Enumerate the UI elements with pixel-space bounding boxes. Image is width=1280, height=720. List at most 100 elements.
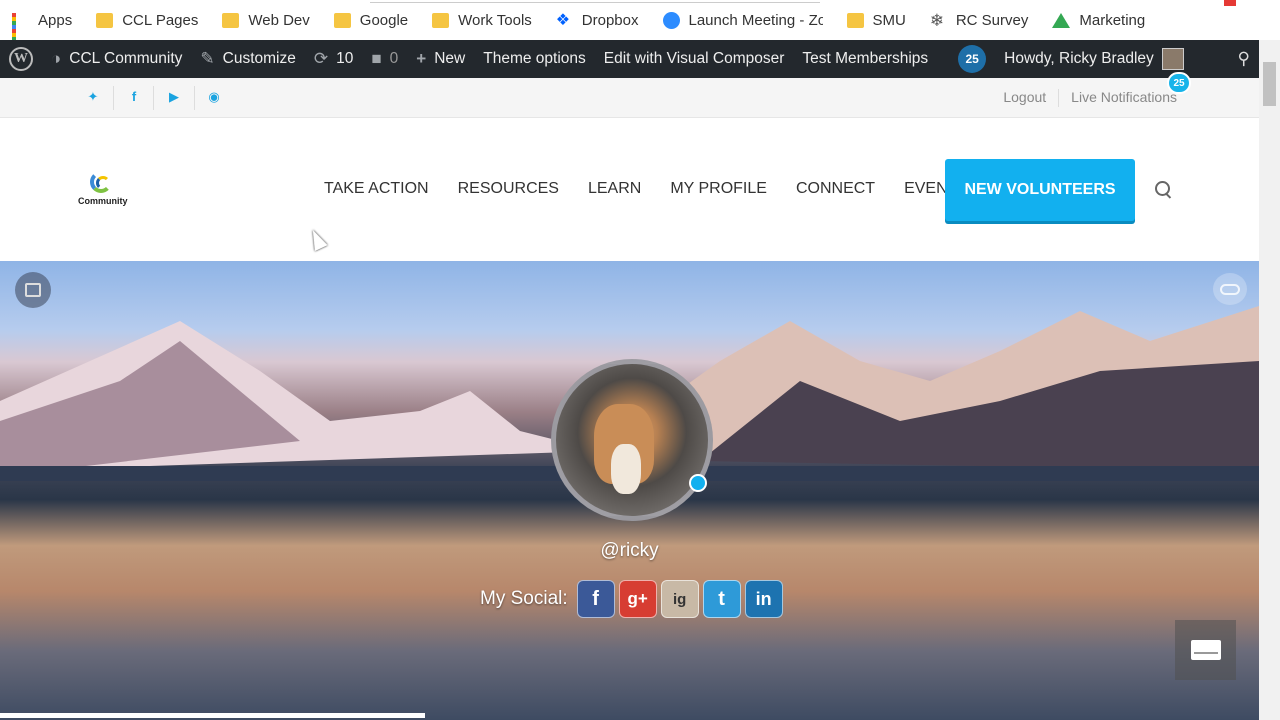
comments-count: 0 — [389, 50, 399, 67]
facebook-icon[interactable]: f — [124, 89, 144, 104]
notification-count-badge: 25 — [958, 45, 987, 73]
updates-link[interactable]: ⟳ 10 — [305, 40, 363, 78]
folder-icon — [333, 12, 351, 28]
new-content-menu[interactable]: + New — [407, 40, 474, 78]
my-social-label: My Social: — [480, 588, 568, 609]
zoom-icon — [662, 11, 680, 29]
visual-composer-link[interactable]: Edit with Visual Composer — [595, 40, 794, 78]
bookmark-label: Work Tools — [458, 11, 532, 29]
bookmark-label: Apps — [38, 11, 73, 29]
online-status-dot — [689, 474, 707, 492]
notifications-menu[interactable]: 25 — [949, 40, 995, 78]
search-icon[interactable] — [1155, 181, 1171, 197]
theme-options-label: Theme options — [483, 50, 586, 67]
bookmark-apps[interactable]: Apps — [12, 11, 73, 49]
bookmark-label: RC Survey — [955, 11, 1029, 29]
site-logo[interactable]: Community — [78, 168, 138, 210]
divider — [153, 86, 154, 110]
message-button[interactable] — [1175, 620, 1236, 680]
divider — [113, 86, 114, 110]
dropbox-icon: ❖ — [555, 11, 571, 29]
avatar — [1161, 48, 1184, 70]
bookmark-work-tools[interactable]: Work Tools — [432, 12, 532, 29]
profile-avatar[interactable] — [551, 359, 713, 521]
avatar-photo-detail — [611, 444, 641, 494]
customize-link[interactable]: ✎ Customize — [191, 40, 304, 78]
updates-count: 10 — [336, 50, 354, 67]
wordpress-icon: W — [9, 47, 33, 71]
bookmark-ccl-pages[interactable]: CCL Pages — [96, 12, 198, 29]
twitter-icon[interactable]: t — [702, 580, 741, 618]
cover-toggle-button[interactable] — [1213, 273, 1247, 305]
youtube-icon[interactable]: ▶ — [164, 89, 184, 105]
profile-cover: @ricky My Social: f g+ ig t in — [0, 261, 1259, 720]
top-links: Logout Live Notifications — [991, 89, 1177, 107]
nav-item-learn[interactable]: LEARN — [588, 180, 641, 198]
instagram-icon[interactable]: ig — [660, 580, 699, 618]
main-nav: TAKE ACTION RESOURCES LEARN MY PROFILE C… — [324, 180, 997, 198]
change-cover-button[interactable] — [15, 272, 51, 308]
test-memberships-link[interactable]: Test Memberships — [793, 40, 937, 78]
bookmark-label: SMU — [872, 11, 906, 29]
bookmark-label: Launch Meeting - Zo — [688, 11, 823, 29]
site-name: CCL Community — [69, 50, 183, 67]
folder-icon — [432, 12, 450, 28]
instagram-icon[interactable]: ◉ — [204, 89, 224, 105]
live-notifications-badge: 25 — [1167, 72, 1191, 94]
envelope-icon — [1190, 640, 1221, 660]
rc-survey-icon: ❄ — [929, 10, 945, 30]
logout-link[interactable]: Logout — [1003, 89, 1046, 107]
bookmark-web-dev[interactable]: Web Dev — [222, 11, 310, 29]
bookmark-label: Dropbox — [581, 11, 639, 29]
updates-icon: ⟳ — [313, 49, 329, 68]
folder-icon — [846, 12, 864, 28]
customize-label: Customize — [222, 50, 296, 67]
bookmark-label: Google — [359, 11, 409, 29]
plus-icon: + — [416, 49, 427, 68]
bookmark-dropbox[interactable]: ❖ Dropbox — [556, 12, 639, 29]
tab-strip-edge — [370, 0, 820, 3]
theme-options-link[interactable]: Theme options — [474, 40, 595, 78]
nav-item-my-profile[interactable]: MY PROFILE — [670, 180, 767, 198]
nav-item-resources[interactable]: RESOURCES — [458, 180, 559, 198]
top-social-bar: ✦ f ▶ ◉ Logout Live Notifications — [0, 78, 1259, 118]
page-scrollbar[interactable] — [1259, 40, 1280, 720]
new-volunteers-button[interactable]: NEW VOLUNTEERS — [945, 159, 1135, 221]
bookmark-rc-survey[interactable]: ❄ RC Survey — [930, 12, 1029, 29]
new-label: New — [434, 50, 466, 67]
bookmark-launch-meeting[interactable]: Launch Meeting - Zo — [662, 11, 823, 29]
bookmark-label: Marketing — [1079, 11, 1146, 29]
logo-text: Community — [78, 196, 128, 206]
scrollbar-thumb[interactable] — [1263, 62, 1276, 106]
site-header: Community TAKE ACTION RESOURCES LEARN MY… — [0, 118, 1259, 261]
folder-icon — [222, 12, 240, 28]
test-memberships-label: Test Memberships — [802, 50, 929, 67]
account-menu[interactable]: Howdy, Ricky Bradley — [995, 40, 1193, 78]
folder-icon — [96, 12, 114, 28]
site-name-menu[interactable]: ◑ CCL Community — [42, 40, 191, 78]
bookmark-label: Web Dev — [248, 11, 310, 29]
nav-item-take-action[interactable]: TAKE ACTION — [324, 180, 429, 198]
facebook-icon[interactable]: f — [576, 580, 615, 618]
my-social-row: My Social: f g+ ig t in — [480, 580, 783, 618]
bookmark-label: CCL Pages — [122, 11, 199, 29]
twitter-icon[interactable]: ✦ — [83, 89, 103, 105]
live-notifications-link[interactable]: Live Notifications — [1071, 89, 1177, 107]
bookmark-smu[interactable]: SMU — [846, 11, 906, 29]
image-icon — [25, 283, 41, 297]
wp-logo-menu[interactable]: W — [0, 40, 42, 78]
profile-handle: @ricky — [600, 540, 659, 561]
linkedin-icon[interactable]: in — [744, 580, 783, 618]
howdy-label: Howdy, Ricky Bradley — [1004, 50, 1154, 67]
divider — [194, 86, 195, 110]
bookmarks-bar: Apps CCL Pages Web Dev Google Work Tools… — [0, 0, 1280, 49]
bookmark-marketing[interactable]: Marketing — [1052, 12, 1145, 29]
apps-grid-icon — [12, 12, 29, 49]
comments-link[interactable]: ■ 0 — [362, 40, 407, 78]
nav-item-connect[interactable]: CONNECT — [796, 180, 875, 198]
bookmark-google[interactable]: Google — [333, 11, 409, 29]
google-plus-icon[interactable]: g+ — [618, 580, 657, 618]
admin-search[interactable]: ⚲ — [1229, 40, 1259, 78]
google-drive-icon — [1052, 12, 1071, 28]
divider — [1058, 89, 1060, 107]
